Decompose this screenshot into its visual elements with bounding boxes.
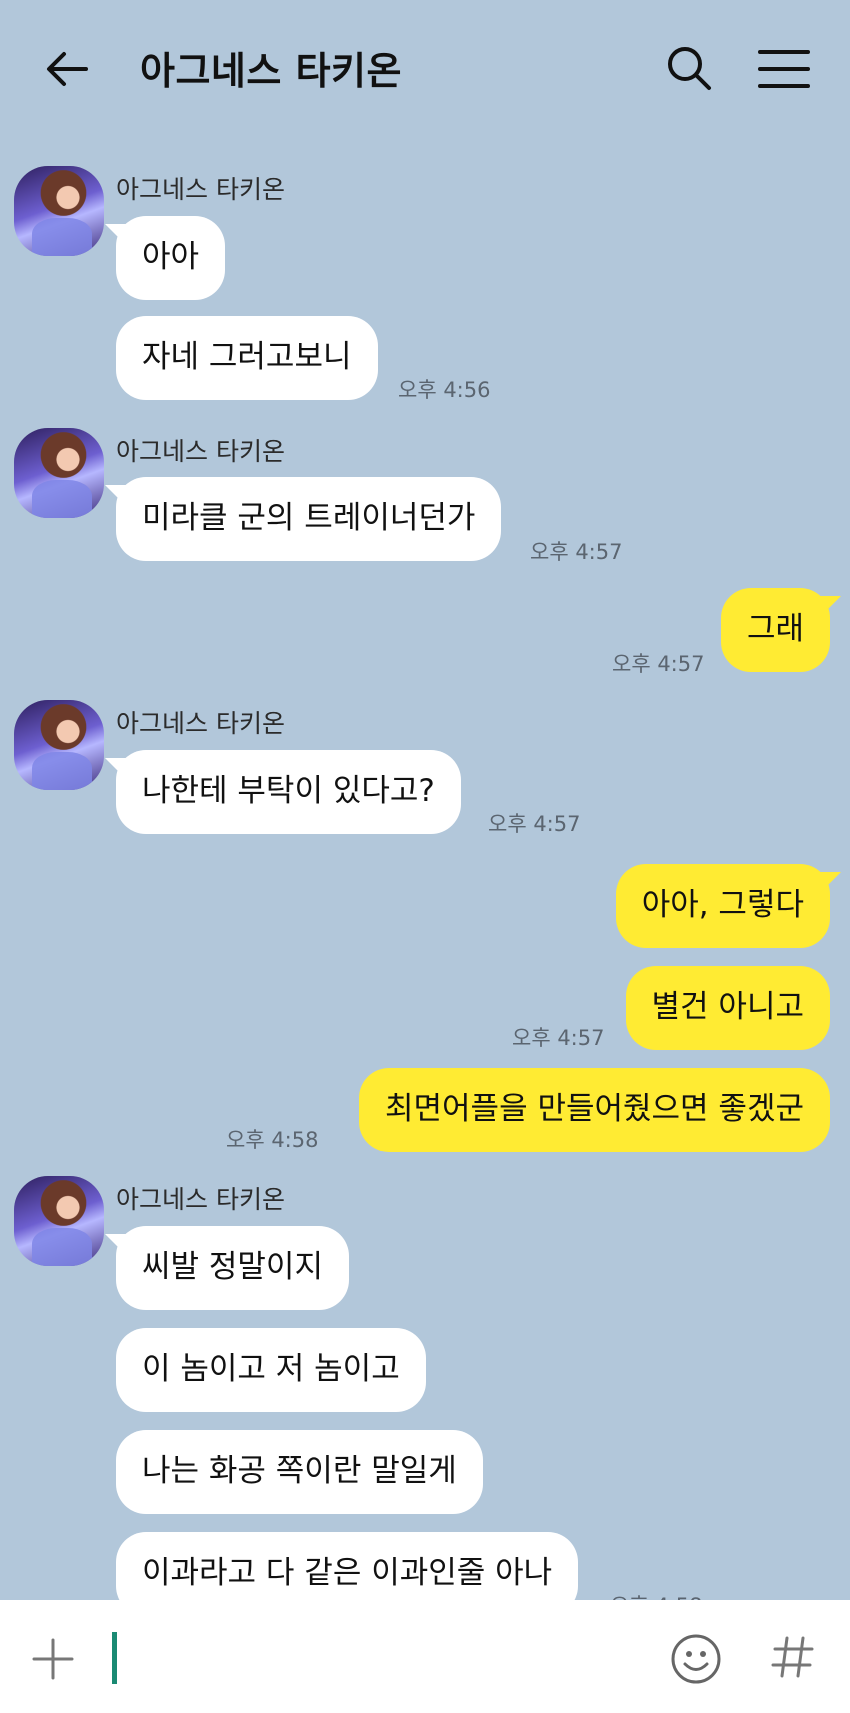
message-input[interactable] <box>126 1630 630 1688</box>
emoji-icon[interactable] <box>670 1633 722 1685</box>
text-cursor <box>112 1632 117 1684</box>
sender-name: 아그네스 타키온 <box>116 175 285 204</box>
arrow-left-icon[interactable] <box>42 44 92 94</box>
message-bubble[interactable]: 이과라고 다 같은 이과인줄 아나 <box>116 1532 579 1600</box>
message-bubble[interactable]: 나한테 부탁이 있다고? <box>116 750 461 834</box>
message-bubble[interactable]: 그래 <box>720 588 830 672</box>
sender-name: 아그네스 타키온 <box>116 437 285 466</box>
hashtag-icon[interactable] <box>770 1634 816 1680</box>
message-input-bar <box>0 1600 850 1713</box>
avatar[interactable] <box>14 1176 104 1266</box>
sender-name: 아그네스 타키온 <box>116 709 285 738</box>
message-time: 오후 4:56 <box>398 378 491 402</box>
chat-title: 아그네스 타키온 <box>140 49 402 93</box>
chat-header: 아그네스 타키온 <box>0 0 850 140</box>
message-time: 오후 4:57 <box>612 652 705 676</box>
message-bubble[interactable]: 별건 아니고 <box>625 966 830 1050</box>
message-time: 오후 4:57 <box>530 540 623 564</box>
sender-name: 아그네스 타키온 <box>116 1185 285 1214</box>
message-bubble[interactable]: 미라클 군의 트레이너던가 <box>116 477 502 561</box>
message-bubble[interactable]: 아아 <box>116 216 226 300</box>
message-bubble[interactable]: 자네 그러고보니 <box>116 316 378 400</box>
message-bubble[interactable]: 아아, 그렇다 <box>615 864 830 948</box>
message-time: 오후 4:58 <box>226 1128 319 1152</box>
message-time: 오후 4:58 <box>610 1590 702 1600</box>
message-bubble[interactable]: 나는 화공 쪽이란 말일게 <box>116 1430 483 1514</box>
avatar[interactable] <box>14 700 104 790</box>
message-bubble[interactable]: 씨발 정말이지 <box>116 1226 349 1310</box>
message-bubble[interactable]: 이 놈이고 저 놈이고 <box>116 1328 426 1412</box>
avatar[interactable] <box>14 428 104 518</box>
search-icon[interactable] <box>665 44 713 92</box>
message-list[interactable]: 아그네스 타키온 아아 자네 그러고보니 오후 4:56 아그네스 타키온 미라… <box>0 140 850 1600</box>
message-bubble[interactable]: 최면어플을 만들어줬으면 좋겠군 <box>359 1068 830 1152</box>
plus-icon[interactable] <box>32 1638 74 1680</box>
avatar[interactable] <box>14 166 104 256</box>
hamburger-menu-icon[interactable] <box>758 48 810 90</box>
message-time: 오후 4:57 <box>488 812 581 836</box>
message-time: 오후 4:57 <box>512 1026 605 1050</box>
